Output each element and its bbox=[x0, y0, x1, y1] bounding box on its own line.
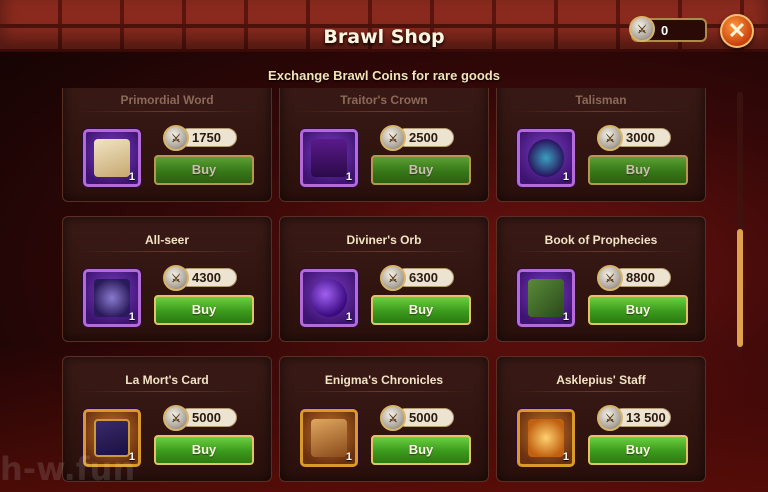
item-slot[interactable]: 1 bbox=[83, 269, 141, 327]
shop-item-card: Book of Prophecies 1 8800 ⚔ Buy bbox=[496, 216, 706, 342]
dreamcatcher-icon bbox=[528, 139, 564, 177]
item-name: Book of Prophecies bbox=[544, 233, 658, 247]
divider bbox=[77, 251, 257, 252]
item-quantity: 1 bbox=[128, 311, 135, 323]
divider bbox=[511, 111, 691, 112]
divider bbox=[77, 111, 257, 112]
item-quantity: 1 bbox=[562, 451, 569, 463]
brawl-coin-icon: ⚔ bbox=[629, 16, 655, 42]
item-price: 13 500 ⚔ bbox=[597, 405, 671, 431]
eye-orb-icon bbox=[94, 279, 130, 317]
item-price: 5000 ⚔ bbox=[380, 405, 454, 431]
buy-button[interactable]: Buy bbox=[371, 435, 471, 465]
shop-item-card: Primordial Word 1 1750 ⚔ Buy bbox=[62, 88, 272, 202]
buy-button[interactable]: Buy bbox=[371, 295, 471, 325]
orb-icon bbox=[311, 279, 347, 317]
shop-grid[interactable]: Primordial Word 1 1750 ⚔ Buy Traitor's C… bbox=[62, 88, 714, 492]
buy-button[interactable]: Buy bbox=[154, 295, 254, 325]
scrollbar-thumb[interactable] bbox=[737, 229, 743, 347]
item-name: Asklepius' Staff bbox=[556, 373, 646, 387]
brawl-coin-icon: ⚔ bbox=[163, 405, 189, 431]
divider bbox=[511, 251, 691, 252]
coin-balance-value: 0 bbox=[661, 23, 669, 38]
shop-item-card: Talisman 1 3000 ⚔ Buy bbox=[496, 88, 706, 202]
scrollbar[interactable] bbox=[737, 92, 743, 352]
item-price: 2500 ⚔ bbox=[380, 125, 454, 151]
shop-item-card: Enigma's Chronicles 1 5000 ⚔ Buy bbox=[279, 356, 489, 482]
item-slot[interactable]: 1 bbox=[517, 269, 575, 327]
item-quantity: 1 bbox=[345, 311, 352, 323]
buy-button[interactable]: Buy bbox=[588, 435, 688, 465]
item-slot[interactable]: 1 bbox=[83, 129, 141, 187]
shop-item-card: Asklepius' Staff 1 13 500 ⚔ Buy bbox=[496, 356, 706, 482]
item-name: La Mort's Card bbox=[125, 373, 209, 387]
item-slot[interactable]: 1 bbox=[517, 409, 575, 467]
crown-icon bbox=[311, 139, 347, 177]
coin-balance: ⚔ 0 bbox=[629, 16, 707, 42]
item-price: 5000 ⚔ bbox=[163, 405, 237, 431]
brawl-coin-icon: ⚔ bbox=[597, 405, 623, 431]
item-price: 8800 ⚔ bbox=[597, 265, 671, 291]
item-slot[interactable]: 1 bbox=[300, 269, 358, 327]
item-name: Traitor's Crown bbox=[340, 93, 428, 107]
item-name: Diviner's Orb bbox=[346, 233, 422, 247]
item-quantity: 1 bbox=[345, 451, 352, 463]
shop-item-card: Diviner's Orb 1 6300 ⚔ Buy bbox=[279, 216, 489, 342]
scroll-icon bbox=[94, 139, 130, 177]
brawl-coin-icon: ⚔ bbox=[380, 265, 406, 291]
item-name: Talisman bbox=[575, 93, 627, 107]
item-name: All-seer bbox=[144, 233, 190, 247]
divider bbox=[77, 391, 257, 392]
buy-button[interactable]: Buy bbox=[588, 295, 688, 325]
item-price: 3000 ⚔ bbox=[597, 125, 671, 151]
buy-button[interactable]: Buy bbox=[154, 155, 254, 185]
item-name: Enigma's Chronicles bbox=[324, 373, 444, 387]
brawl-coin-icon: ⚔ bbox=[597, 265, 623, 291]
item-price: 1750 ⚔ bbox=[163, 125, 237, 151]
brawl-coin-icon: ⚔ bbox=[163, 265, 189, 291]
divider bbox=[511, 391, 691, 392]
item-price: 6300 ⚔ bbox=[380, 265, 454, 291]
shop-subtitle: Exchange Brawl Coins for rare goods bbox=[268, 68, 500, 83]
divider bbox=[294, 251, 474, 252]
close-icon: ✕ bbox=[727, 18, 747, 43]
item-quantity: 1 bbox=[128, 171, 135, 183]
item-quantity: 1 bbox=[345, 171, 352, 183]
brawl-coin-icon: ⚔ bbox=[380, 125, 406, 151]
item-price: 4300 ⚔ bbox=[163, 265, 237, 291]
buy-button[interactable]: Buy bbox=[371, 155, 471, 185]
item-quantity: 1 bbox=[562, 171, 569, 183]
shop-item-card: All-seer 1 4300 ⚔ Buy bbox=[62, 216, 272, 342]
item-slot[interactable]: 1 bbox=[300, 409, 358, 467]
brawl-coin-icon: ⚔ bbox=[380, 405, 406, 431]
chronicles-icon bbox=[311, 419, 347, 457]
book-icon bbox=[528, 279, 564, 317]
divider bbox=[294, 111, 474, 112]
shop-item-card: Traitor's Crown 1 2500 ⚔ Buy bbox=[279, 88, 489, 202]
item-quantity: 1 bbox=[562, 311, 569, 323]
item-slot[interactable]: 1 bbox=[300, 129, 358, 187]
buy-button[interactable]: Buy bbox=[588, 155, 688, 185]
brawl-coin-icon: ⚔ bbox=[597, 125, 623, 151]
buy-button[interactable]: Buy bbox=[154, 435, 254, 465]
close-button[interactable]: ✕ bbox=[720, 14, 754, 48]
brawl-coin-icon: ⚔ bbox=[163, 125, 189, 151]
staff-icon bbox=[528, 419, 564, 457]
watermark: h-w.fun bbox=[0, 450, 136, 488]
item-name: Primordial Word bbox=[120, 93, 214, 107]
divider bbox=[294, 391, 474, 392]
item-slot[interactable]: 1 bbox=[517, 129, 575, 187]
